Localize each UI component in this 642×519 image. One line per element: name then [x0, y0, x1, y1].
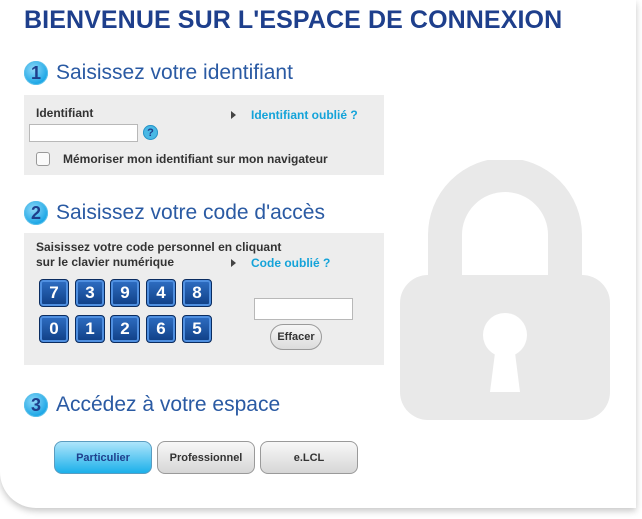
remember-checkbox[interactable] — [36, 152, 50, 166]
keypad-key[interactable]: 7 — [39, 279, 69, 307]
remember-label: Mémoriser mon identifiant sur mon naviga… — [63, 152, 328, 166]
question-mark-icon[interactable]: ? — [143, 125, 158, 140]
step-2-heading: 2 Saisissez votre code d'accès — [24, 201, 325, 225]
triangle-right-icon — [231, 111, 236, 119]
triangle-right-icon — [231, 259, 236, 267]
code-instruction-line1: Saisissez votre code personnel en cliqua… — [36, 240, 282, 254]
tab-professionnel[interactable]: Professionnel — [157, 441, 255, 474]
identifier-input[interactable] — [29, 124, 138, 142]
step-3-heading: 3 Accédez à votre espace — [24, 393, 280, 417]
step-1-heading: 1 Saisissez votre identifiant — [24, 61, 293, 85]
keypad-key[interactable]: 0 — [39, 315, 69, 343]
keypad-key[interactable]: 4 — [146, 279, 176, 307]
code-instruction-line2: sur le clavier numérique — [36, 255, 175, 269]
tab-elcl[interactable]: e.LCL — [260, 441, 358, 474]
keypad-key[interactable]: 6 — [146, 315, 176, 343]
login-card: BIENVENUE SUR L'ESPACE DE CONNEXION 1 Sa… — [0, 0, 636, 508]
keypad-key[interactable]: 1 — [75, 315, 105, 343]
step-3-number: 3 — [24, 393, 48, 417]
page-title: BIENVENUE SUR L'ESPACE DE CONNEXION — [24, 6, 563, 34]
keypad-key[interactable]: 9 — [110, 279, 140, 307]
step-1-title: Saisissez votre identifiant — [56, 61, 293, 84]
access-code-panel: Saisissez votre code personnel en cliqua… — [24, 233, 384, 365]
identifier-panel: Identifiant ? Identifiant oublié ? Mémor… — [24, 95, 384, 175]
keypad-key[interactable]: 3 — [75, 279, 105, 307]
step-2-number: 2 — [24, 201, 48, 225]
keypad-key[interactable]: 5 — [182, 315, 212, 343]
keypad-key[interactable]: 8 — [182, 279, 212, 307]
step-3-title: Accédez à votre espace — [56, 393, 281, 416]
keypad-key[interactable]: 2 — [110, 315, 140, 343]
access-code-input[interactable] — [254, 298, 353, 320]
identifier-forgot-link[interactable]: Identifiant oublié ? — [251, 108, 358, 122]
step-1-number: 1 — [24, 61, 48, 85]
tab-particulier[interactable]: Particulier — [54, 441, 152, 474]
clear-button[interactable]: Effacer — [270, 324, 322, 350]
identifier-label: Identifiant — [36, 106, 94, 120]
step-2-title: Saisissez votre code d'accès — [56, 201, 325, 224]
padlock-icon — [400, 160, 610, 420]
code-forgot-link[interactable]: Code oublié ? — [251, 256, 330, 270]
